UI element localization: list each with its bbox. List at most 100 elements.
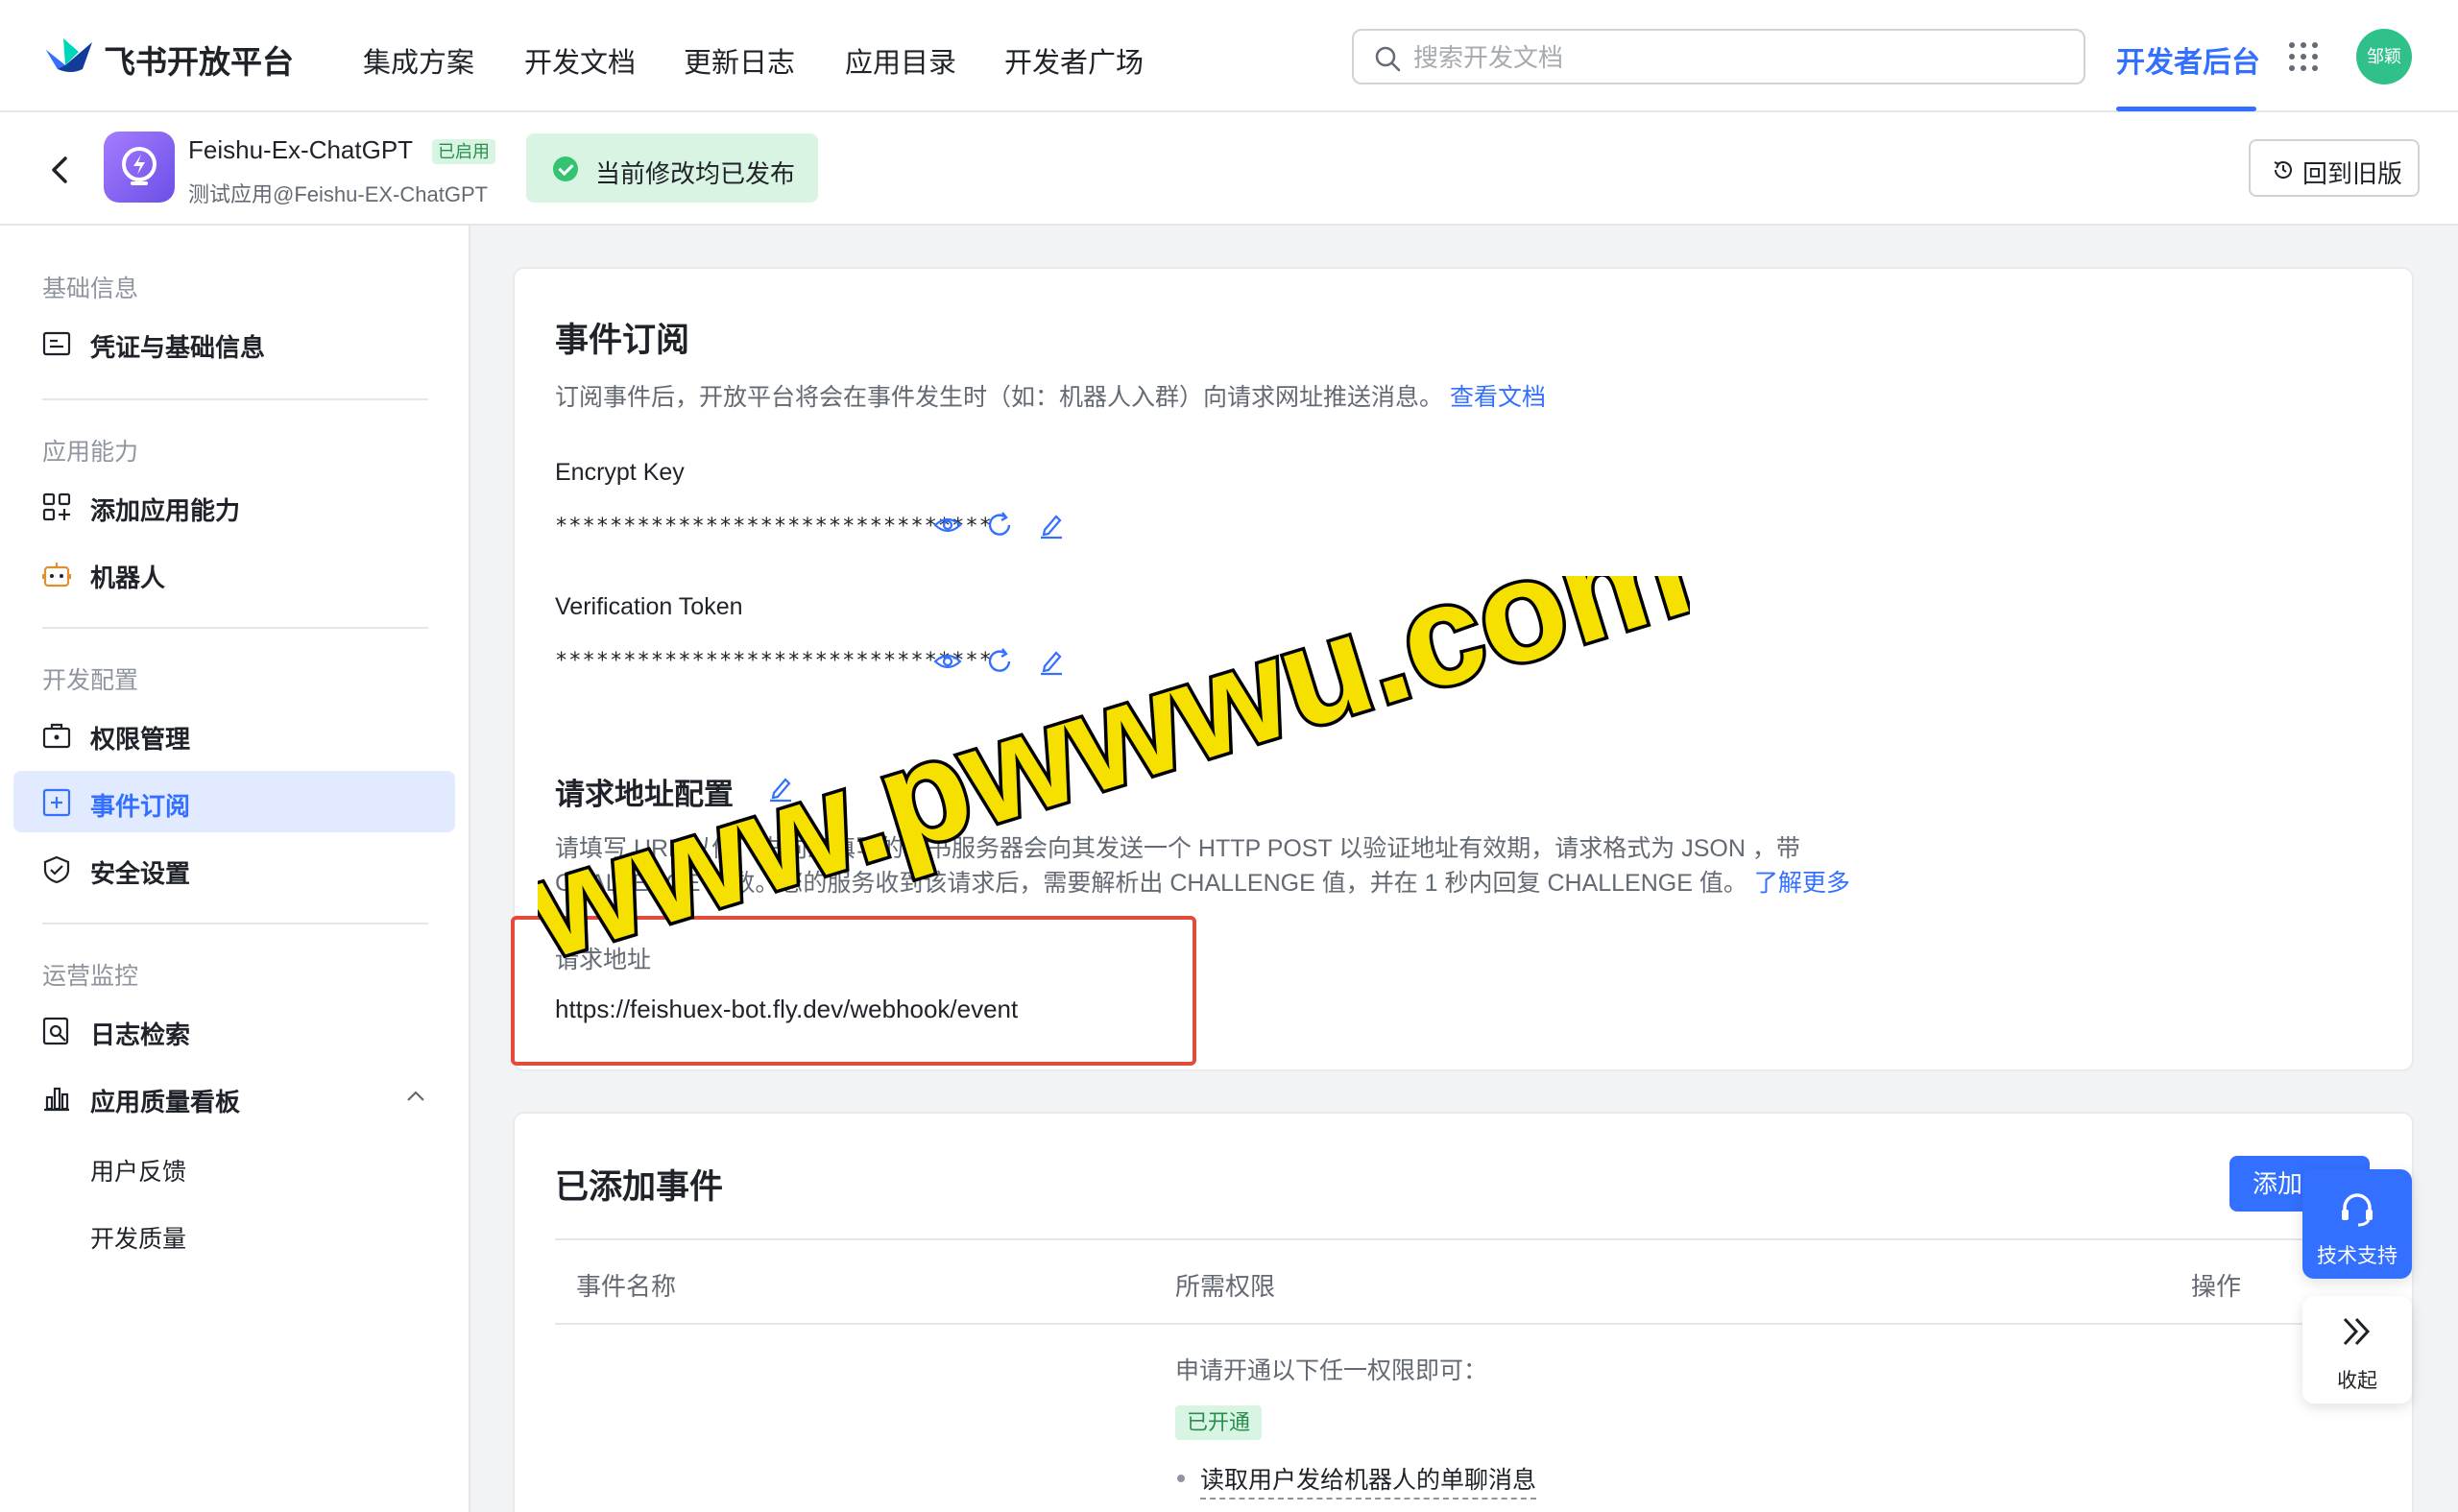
- permission-status-tag: 已开通: [1175, 1405, 1263, 1440]
- refresh-icon[interactable]: [985, 647, 1014, 676]
- event-subscription-title: 事件订阅: [555, 322, 690, 359]
- sidebar-item-label: 凭证与基础信息: [90, 333, 266, 362]
- app-subtitle: 测试应用@Feishu-EX-ChatGPT: [188, 182, 489, 206]
- added-events-card: [513, 1112, 2414, 1512]
- request-url-label: 请求地址: [555, 947, 652, 973]
- log-search-icon: [42, 1017, 69, 1045]
- sidebar-item-label: 应用质量看板: [90, 1088, 241, 1116]
- app-header: Feishu-Ex-ChatGPT 已启用 测试应用@Feishu-EX-Cha…: [0, 112, 2458, 226]
- published-status-text: 当前修改均已发布: [595, 159, 796, 188]
- column-header-event-name: 事件名称: [576, 1272, 677, 1301]
- sidebar-item-add-capability[interactable]: 添加应用能力: [13, 475, 455, 537]
- sidebar-item-permissions[interactable]: 权限管理: [13, 704, 455, 765]
- back-arrow-icon[interactable]: [40, 151, 79, 189]
- nav-item-developer-square[interactable]: 开发者广场: [1004, 40, 1144, 81]
- sidebar-group-dev-config: 开发配置: [42, 667, 139, 694]
- sidebar-item-label: 事件订阅: [90, 792, 191, 821]
- sidebar-group-operations: 运营监控: [42, 963, 139, 990]
- sidebar-item-label: 权限管理: [90, 725, 191, 754]
- app-icon: [104, 132, 175, 203]
- robot-icon: [42, 563, 71, 588]
- card-icon: [42, 331, 71, 356]
- nav-item-changelog[interactable]: 更新日志: [684, 40, 795, 81]
- collapse-label: 收起: [2337, 1370, 2377, 1392]
- request-url-desc-line2: CHALLENGE 参数。您的服务收到该请求后，需要解析出 CHALLENGE …: [555, 864, 1850, 899]
- event-subscription-desc-text: 订阅事件后，开放平台将会在事件发生时（如：机器人入群）向请求网址推送消息。: [555, 384, 1444, 411]
- shield-icon: [43, 855, 70, 884]
- sidebar-group-basic-info: 基础信息: [42, 276, 139, 302]
- sidebar-item-bot[interactable]: 机器人: [13, 542, 455, 604]
- tech-support-label: 技术支持: [2317, 1245, 2398, 1267]
- table-divider: [555, 1323, 2379, 1325]
- avatar[interactable]: 邹颖: [2356, 29, 2412, 84]
- view-docs-link[interactable]: 查看文档: [1450, 384, 1546, 411]
- sidebar: 基础信息 凭证与基础信息 应用能力 添加应用能力 机器人 开发配置 权限管理 事…: [0, 226, 470, 1512]
- headset-icon: [2342, 1193, 2373, 1227]
- sidebar-item-log-search[interactable]: 日志检索: [13, 999, 455, 1061]
- sidebar-subitem-dev-quality[interactable]: 开发质量: [90, 1220, 186, 1255]
- edit-icon[interactable]: [1037, 647, 1066, 676]
- status-badge: 已启用: [432, 139, 495, 164]
- apps-grid-icon[interactable]: [2289, 42, 2318, 71]
- table-divider: [555, 1238, 2379, 1240]
- published-status: 当前修改均已发布: [526, 133, 818, 203]
- back-to-old-version-button[interactable]: 回到旧版: [2249, 139, 2420, 197]
- active-tab-indicator: [2116, 107, 2256, 111]
- event-subscription-desc: 订阅事件后，开放平台将会在事件发生时（如：机器人入群）向请求网址推送消息。 查看…: [555, 378, 1546, 413]
- app-name: Feishu-Ex-ChatGPT: [188, 135, 414, 164]
- sidebar-item-quality-dashboard[interactable]: 应用质量看板: [13, 1067, 455, 1128]
- eye-icon[interactable]: [933, 647, 962, 676]
- verification-token-value: ********************************: [555, 649, 993, 673]
- sidebar-item-label: 日志检索: [90, 1020, 191, 1049]
- eye-icon[interactable]: [933, 511, 962, 540]
- sidebar-item-security[interactable]: 安全设置: [13, 838, 455, 900]
- check-circle-icon: [553, 156, 578, 181]
- edit-icon[interactable]: [1037, 511, 1066, 540]
- briefcase-icon: [42, 723, 71, 749]
- learn-more-link[interactable]: 了解更多: [1754, 870, 1850, 897]
- nav-item-app-directory[interactable]: 应用目录: [845, 40, 956, 81]
- sidebar-item-label: 安全设置: [90, 859, 191, 888]
- highlight-box: [511, 916, 1196, 1066]
- sidebar-divider: [42, 923, 428, 924]
- sidebar-item-credentials[interactable]: 凭证与基础信息: [13, 312, 455, 373]
- search-input[interactable]: [1413, 40, 2066, 75]
- search-icon: [1375, 46, 1401, 72]
- sidebar-subitem-user-feedback[interactable]: 用户反馈: [90, 1153, 186, 1188]
- bullet-dot: [1177, 1475, 1185, 1482]
- lightbulb-icon: [122, 147, 157, 185]
- brand-name[interactable]: 飞书开放平台: [104, 36, 294, 83]
- sidebar-group-app-capabilities: 应用能力: [42, 439, 139, 466]
- request-url-value[interactable]: https://feishuex-bot.fly.dev/webhook/eve…: [555, 995, 1018, 1024]
- edit-icon[interactable]: [766, 774, 795, 803]
- sidebar-item-label: 添加应用能力: [90, 496, 241, 525]
- encrypt-key-value: ********************************: [555, 515, 993, 539]
- tech-support-button[interactable]: 技术支持: [2302, 1169, 2412, 1279]
- event-add-icon: [42, 788, 71, 817]
- feishu-logo-icon[interactable]: [44, 36, 94, 75]
- add-grid-icon: [42, 492, 71, 521]
- nav-item-docs[interactable]: 开发文档: [524, 40, 636, 81]
- permission-intro: 申请开通以下任一权限即可：: [1175, 1357, 1488, 1384]
- column-header-actions: 操作: [2191, 1272, 2242, 1301]
- chevron-up-icon[interactable]: [405, 1090, 426, 1103]
- sidebar-divider: [42, 627, 428, 629]
- nav-item-solutions[interactable]: 集成方案: [363, 40, 474, 81]
- bar-chart-icon: [44, 1087, 69, 1112]
- permission-item[interactable]: 读取用户发给机器人的单聊消息: [1200, 1461, 1537, 1500]
- request-url-desc-line1: 请填写 URL 以便飞书向您填写的飞书服务器会向其发送一个 HTTP POST …: [555, 835, 1800, 862]
- collapse-button[interactable]: 收起: [2302, 1296, 2412, 1404]
- added-events-title: 已添加事件: [555, 1168, 724, 1206]
- sidebar-item-event-subscription[interactable]: 事件订阅: [13, 771, 455, 832]
- sidebar-item-label: 机器人: [90, 564, 166, 592]
- back-to-old-version-label: 回到旧版: [2302, 159, 2403, 188]
- column-header-permissions: 所需权限: [1175, 1272, 1276, 1301]
- top-navbar: 飞书开放平台 集成方案 开发文档 更新日志 应用目录 开发者广场 开发者后台 邹…: [0, 0, 2458, 112]
- sidebar-divider: [42, 398, 428, 400]
- search-box[interactable]: [1352, 29, 2085, 84]
- encrypt-key-label: Encrypt Key: [555, 459, 685, 486]
- refresh-icon[interactable]: [985, 511, 1014, 540]
- history-icon: [2274, 161, 2292, 179]
- double-chevron-right-icon: [2343, 1317, 2371, 1346]
- dev-console-tab[interactable]: 开发者后台: [2116, 38, 2260, 81]
